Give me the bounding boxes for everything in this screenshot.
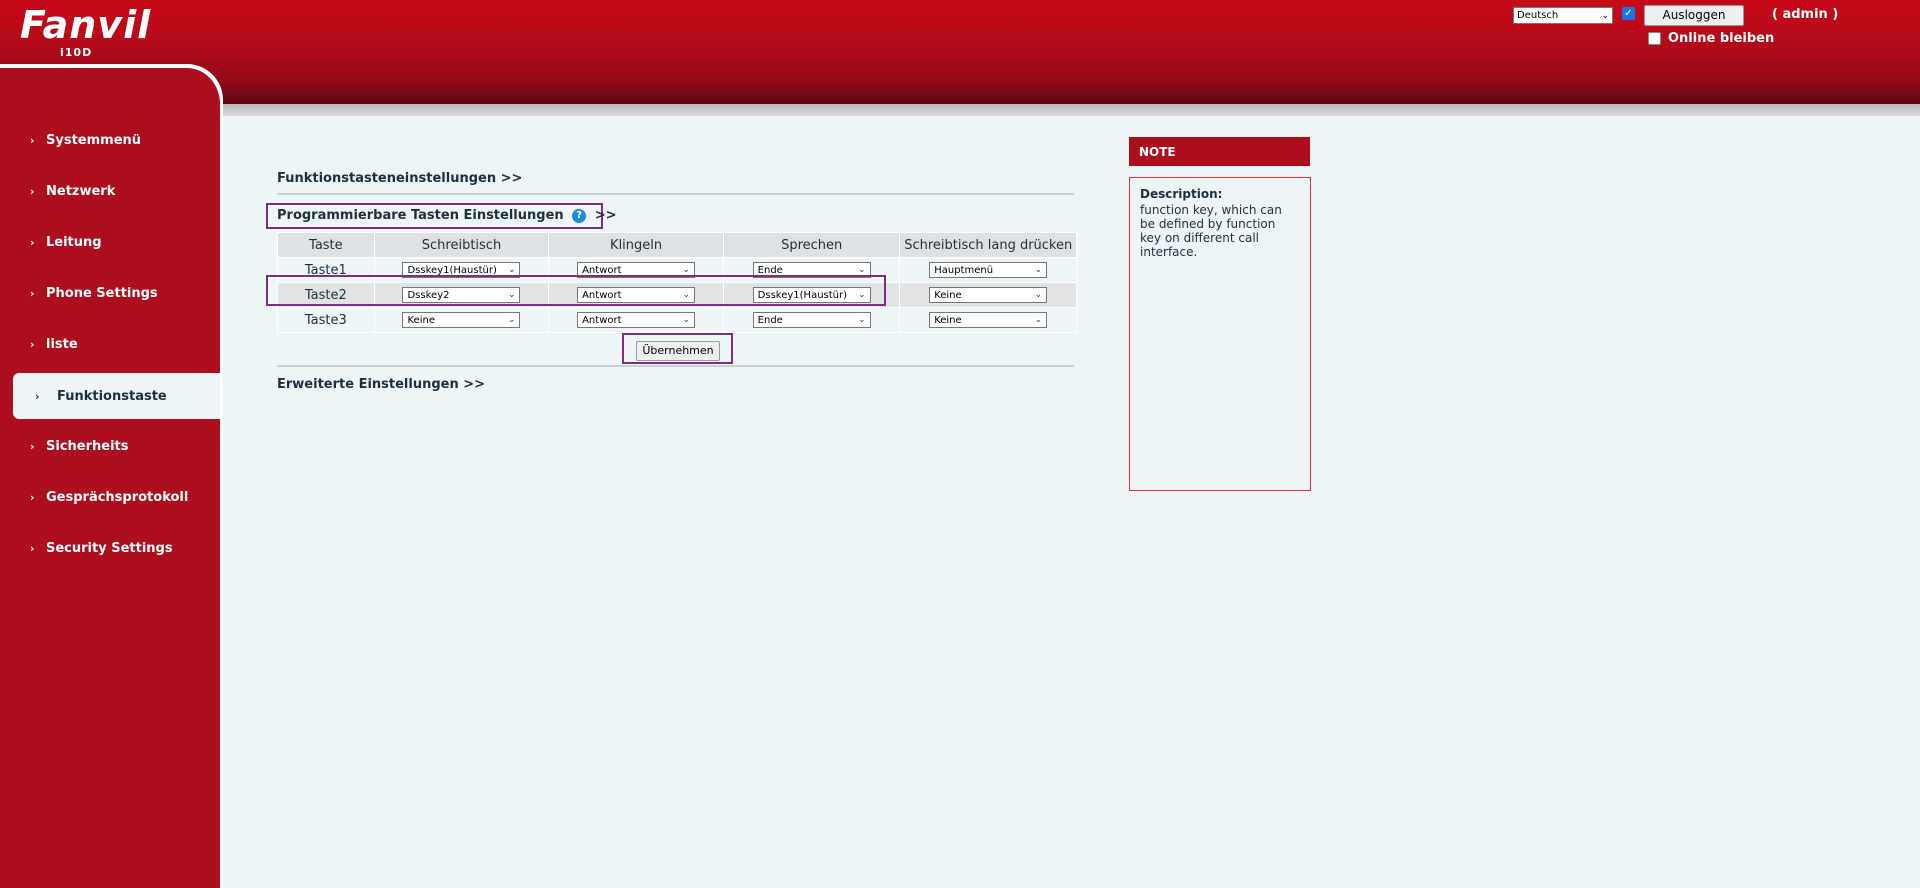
sidebar-item-phone-settings[interactable]: › Phone Settings xyxy=(0,270,220,316)
sidebar-item-liste[interactable]: › liste xyxy=(0,321,220,367)
chevron-down-icon: ⌄ xyxy=(858,315,866,325)
chevron-down-icon: ⌄ xyxy=(1601,10,1609,21)
select-value: Antwort xyxy=(582,264,622,276)
chevron-right-icon: › xyxy=(30,490,35,504)
chevron-down-icon: ⌄ xyxy=(1034,290,1043,300)
select-value: Ende xyxy=(757,314,783,326)
divider xyxy=(277,193,1074,195)
sidebar-item-sicherheits[interactable]: › Sicherheits xyxy=(0,423,220,469)
chevron-down-icon: ⌄ xyxy=(1034,265,1043,275)
fanvil-logo: Fanvil xyxy=(20,3,152,47)
stay-online-label: Online bleiben xyxy=(1668,31,1775,46)
chevron-right-icon: › xyxy=(30,133,35,147)
chevron-right-icon: › xyxy=(30,235,35,249)
ring-select[interactable]: Antwort ⌄ xyxy=(577,312,696,328)
logout-checkbox[interactable]: ✓ xyxy=(1622,7,1635,20)
section-function-key-settings[interactable]: Funktionstasteneinstellungen >> xyxy=(277,171,522,186)
note-panel: Description: function key, which can be … xyxy=(1129,177,1311,491)
chevron-down-icon: ⌄ xyxy=(682,265,691,275)
chevron-down-icon: ⌄ xyxy=(858,265,866,275)
current-user: ( admin ) xyxy=(1772,7,1839,22)
model-label: i10D xyxy=(60,46,93,59)
select-value: Dsskey1(Haustür) xyxy=(407,264,497,276)
note-text: function key, which can be defined by fu… xyxy=(1140,203,1282,259)
help-icon[interactable]: ? xyxy=(572,208,587,223)
sidebar-item-label: Sicherheits xyxy=(46,438,129,454)
section-programmable-keys[interactable]: Programmierbare Tasten Einstellungen ? >… xyxy=(277,208,617,223)
language-select[interactable]: Deutsch ⌄ xyxy=(1513,7,1613,24)
sidebar-item-label: Security Settings xyxy=(46,540,173,556)
chevron-down-icon: ⌄ xyxy=(682,315,691,325)
sidebar-item-gespraechsprotokoll[interactable]: › Gesprächsprotokoll xyxy=(0,474,220,520)
chevron-right-icon: › xyxy=(30,286,35,300)
column-header: Taste xyxy=(277,232,375,258)
chevron-down-icon: ⌄ xyxy=(507,315,516,325)
desk-select[interactable]: Keine ⌄ xyxy=(402,312,521,328)
long-press-select[interactable]: Hauptmenü ⌄ xyxy=(929,262,1048,278)
top-header: Fanvil i10D Deutsch ⌄ ✓ Ausloggen ( admi… xyxy=(0,0,1920,104)
sidebar-item-label: Netzwerk xyxy=(46,183,116,199)
column-header: Schreibtisch lang drücken xyxy=(899,232,1077,258)
row-highlight-box xyxy=(266,275,886,306)
sidebar-item-security-settings[interactable]: › Security Settings xyxy=(0,525,220,571)
table-header-row: Taste Schreibtisch Klingeln Sprechen Sch… xyxy=(277,232,1077,258)
sidebar-item-label: liste xyxy=(46,336,78,352)
note-header: NOTE xyxy=(1129,137,1310,166)
sidebar-item-leitung[interactable]: › Leitung xyxy=(0,219,220,265)
talk-select[interactable]: Ende ⌄ xyxy=(752,312,871,328)
apply-button[interactable]: Übernehmen xyxy=(636,341,720,361)
sidebar-item-funktionstaste[interactable]: › Funktionstaste xyxy=(13,373,220,419)
chevron-right-icon: › xyxy=(30,541,35,555)
select-value: Keine xyxy=(934,314,962,326)
long-press-select[interactable]: Keine ⌄ xyxy=(929,312,1048,328)
chevron-down-icon: ⌄ xyxy=(1034,315,1043,325)
header-separator xyxy=(0,104,1920,116)
note-title: Description: xyxy=(1140,187,1223,201)
select-value: Antwort xyxy=(582,314,622,326)
sidebar: › Systemmenü › Netzwerk › Leitung › Phon… xyxy=(0,68,223,888)
select-value: Hauptmenü xyxy=(934,264,994,276)
sidebar-item-systemmenu[interactable]: › Systemmenü xyxy=(0,117,220,163)
stay-online-checkbox[interactable] xyxy=(1648,32,1661,45)
chevron-right-icon: › xyxy=(35,389,40,403)
language-select-value: Deutsch xyxy=(1517,10,1559,21)
select-value: Keine xyxy=(934,289,962,301)
sidebar-item-label: Leitung xyxy=(46,234,102,250)
sidebar-item-label: Systemmenü xyxy=(46,132,142,148)
key-name: Taste3 xyxy=(277,307,375,333)
column-header: Klingeln xyxy=(548,232,724,258)
table-row: Taste3 Keine ⌄ Antwort ⌄ Ende ⌄ Keine ⌄ xyxy=(277,307,1077,333)
sidebar-item-label: Gesprächsprotokoll xyxy=(46,489,189,505)
select-value: Ende xyxy=(757,264,783,276)
column-header: Sprechen xyxy=(722,232,901,258)
logout-button[interactable]: Ausloggen xyxy=(1644,5,1744,26)
chevron-right-icon: › xyxy=(30,439,35,453)
section-advanced-settings[interactable]: Erweiterte Einstellungen >> xyxy=(277,377,485,392)
section-programmable-keys-title: Programmierbare Tasten Einstellungen xyxy=(277,208,564,223)
column-header: Schreibtisch xyxy=(373,232,550,258)
divider xyxy=(277,365,1074,367)
chevron-down-icon: ⌄ xyxy=(507,265,516,275)
chevron-right-icon: › xyxy=(30,184,35,198)
long-press-select[interactable]: Keine ⌄ xyxy=(929,287,1048,303)
select-value: Keine xyxy=(407,314,435,326)
section-programmable-keys-suffix: >> xyxy=(594,208,617,223)
sidebar-item-netzwerk[interactable]: › Netzwerk xyxy=(0,168,220,214)
sidebar-item-label: Phone Settings xyxy=(46,285,158,301)
sidebar-item-label: Funktionstaste xyxy=(57,388,167,404)
chevron-right-icon: › xyxy=(30,337,35,351)
